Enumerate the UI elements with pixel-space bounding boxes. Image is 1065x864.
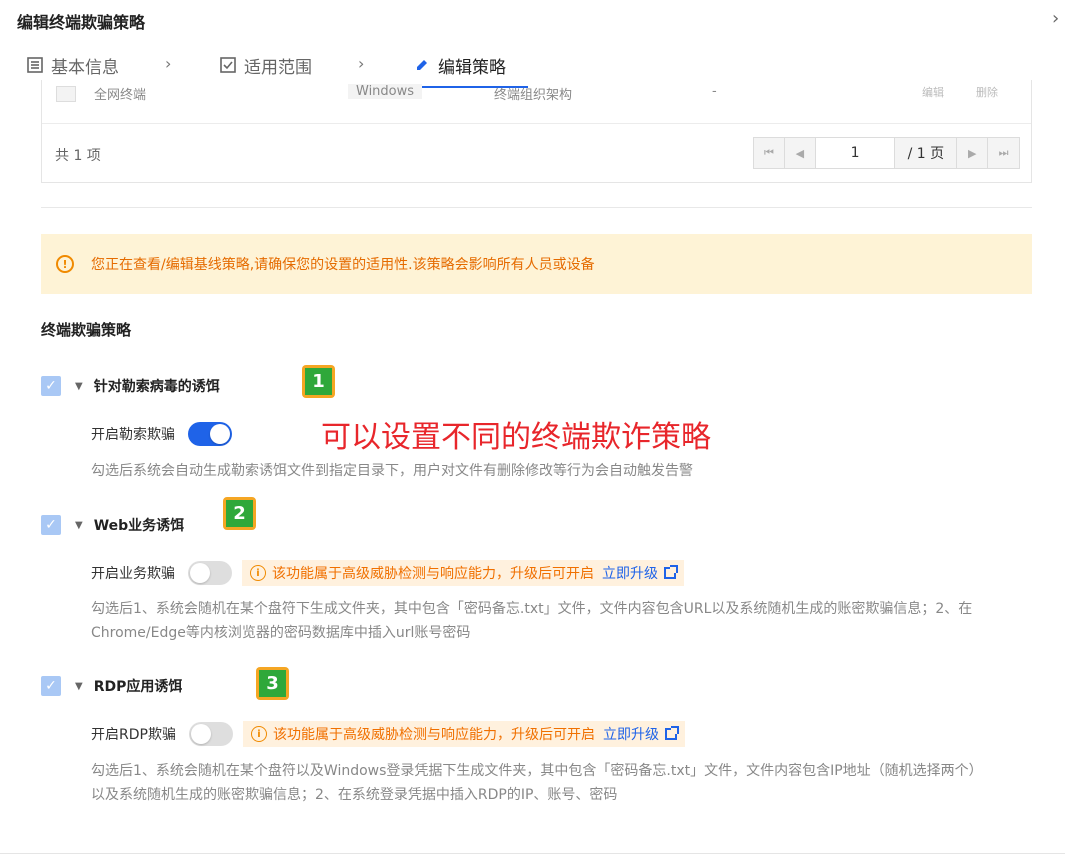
item-description: 勾选后1、系统会随机在某个盘符下生成文件夹，其中包含「密码备忘.txt」文件，文…	[91, 597, 972, 645]
item-checkbox[interactable]: ✓	[41, 676, 61, 696]
external-link-icon[interactable]	[664, 565, 678, 579]
item-label: Web业务诱饵	[93, 518, 185, 534]
upgrade-notice: i 该功能属于高级威胁检测与响应能力，升级后可开启 立即升级	[242, 721, 685, 747]
annotation-badge: 3	[256, 667, 289, 700]
item-checkbox[interactable]: ✓	[41, 515, 61, 535]
item-label: RDP应用诱饵	[93, 679, 183, 695]
info-icon: i	[250, 726, 267, 742]
pencil-icon	[417, 60, 427, 70]
divider	[41, 207, 1032, 208]
option-label: 开启RDP欺骗	[91, 727, 176, 743]
tab-basic-info-label: 基本信息	[51, 57, 119, 78]
chevron-right-icon: ›	[358, 54, 365, 73]
description-line: Chrome/Edge等内核浏览器的密码数据库中插入url账号密码	[91, 625, 471, 641]
upgrade-text: 该功能属于高级威胁检测与响应能力，升级后可开启	[272, 727, 595, 743]
option-row: 开启勒索欺骗	[91, 421, 232, 447]
item-label: 针对勒索病毒的诱饵	[93, 379, 220, 395]
table-row: 全网终端 Windows 终端组织架构 - 编辑 删除	[42, 80, 1031, 124]
upgrade-link[interactable]: 立即升级	[602, 563, 658, 583]
description-line: 以及系统随机生成的账密欺骗信息；2、在系统登录凭据中插入RDP的IP、账号、密码	[91, 787, 618, 803]
chevron-right-icon: ›	[165, 54, 172, 73]
page-input[interactable]: 1	[815, 138, 896, 168]
description-line: 勾选后1、系统会随机在某个盘符下生成文件夹，其中包含「密码备忘.txt」文件，文…	[91, 601, 973, 617]
upgrade-text: 该功能属于高级威胁检测与响应能力，升级后可开启	[272, 566, 594, 582]
web-toggle[interactable]	[188, 561, 232, 585]
row-checkbox[interactable]	[56, 86, 76, 102]
tab-scope-label: 适用范围	[244, 57, 312, 78]
edit-link[interactable]: 编辑	[922, 84, 944, 100]
table-cell: 全网终端	[94, 88, 147, 103]
item-description: 勾选后系统会自动生成勒索诱饵文件到指定目录下，用户对文件有删除修改等行为会自动触…	[91, 463, 693, 479]
info-icon: i	[250, 565, 266, 581]
option-row: 开启RDP欺骗 i 该功能属于高级威胁检测与响应能力，升级后可开启 立即升级	[91, 721, 685, 747]
annotation-badge: 1	[302, 365, 335, 398]
delete-link[interactable]: 删除	[976, 84, 998, 100]
tab-basic-info[interactable]: 基本信息	[27, 52, 119, 78]
table-cell: 终端组织架构	[494, 88, 573, 103]
first-page-button[interactable]: ⏮	[754, 138, 785, 168]
list-icon	[27, 57, 43, 73]
upgrade-notice: i 该功能属于高级威胁检测与响应能力，升级后可开启 立即升级	[242, 560, 684, 586]
next-page-button[interactable]: ▶	[957, 138, 989, 168]
total-count: 共 1 项	[55, 148, 101, 164]
option-label: 开启勒索欺骗	[91, 427, 175, 443]
annotation-overlay-text: 可以设置不同的终端欺诈策略	[321, 420, 711, 455]
footer-divider	[0, 853, 1065, 854]
annotation-badge: 2	[223, 497, 256, 530]
external-link-icon[interactable]	[664, 726, 679, 740]
checklist-icon	[220, 57, 236, 73]
item-checkbox[interactable]: ✓	[41, 376, 61, 396]
caret-down-icon[interactable]: ▼	[75, 681, 83, 692]
table-cell: -	[712, 84, 717, 99]
pagination: ⏮ ◀ 1 / 1 页 ▶ ⏭	[753, 137, 1020, 169]
close-icon[interactable]: ›	[1052, 8, 1059, 29]
section-title: 终端欺骗策略	[41, 321, 132, 339]
item-description: 勾选后1、系统会随机在某个盘符以及Windows登录凭据下生成文件夹，其中包含「…	[91, 759, 983, 807]
item-ransomware: ✓ ▼ 针对勒索病毒的诱饵	[41, 375, 220, 397]
option-row: 开启业务欺骗 i 该功能属于高级威胁检测与响应能力，升级后可开启 立即升级	[91, 560, 684, 586]
total-pages: / 1 页	[895, 138, 958, 168]
item-rdp: ✓ ▼ RDP应用诱饵	[41, 675, 182, 697]
dialog-title: 编辑终端欺骗策略	[17, 13, 146, 32]
dialog-header: 编辑终端欺骗策略 ›	[0, 0, 1065, 40]
warning-icon: !	[56, 255, 74, 273]
caret-down-icon[interactable]: ▼	[75, 381, 83, 392]
tab-edit-policy-label: 编辑策略	[438, 57, 506, 78]
table-cell: Windows	[348, 84, 423, 99]
upgrade-link[interactable]: 立即升级	[603, 724, 659, 744]
tab-edit-policy[interactable]: 编辑策略	[414, 52, 506, 78]
warning-banner: ! 您正在查看/编辑基线策略,请确保您的设置的适用性.该策略会影响所有人员或设备	[41, 234, 1032, 294]
warning-text: 您正在查看/编辑基线策略,请确保您的设置的适用性.该策略会影响所有人员或设备	[91, 257, 595, 273]
description-line: 勾选后1、系统会随机在某个盘符以及Windows登录凭据下生成文件夹，其中包含「…	[91, 763, 983, 779]
item-web: ✓ ▼ Web业务诱饵	[41, 514, 184, 536]
ransomware-toggle[interactable]	[188, 422, 232, 446]
scope-table: 全网终端 Windows 终端组织架构 - 编辑 删除 共 1 项 ⏮ ◀ 1 …	[41, 80, 1032, 183]
caret-down-icon[interactable]: ▼	[75, 520, 83, 531]
rdp-toggle[interactable]	[188, 722, 233, 746]
option-label: 开启业务欺骗	[91, 566, 175, 582]
tab-scope[interactable]: 适用范围	[220, 52, 312, 78]
prev-page-button[interactable]: ◀	[784, 138, 816, 168]
last-page-button[interactable]: ⏭	[988, 138, 1020, 168]
